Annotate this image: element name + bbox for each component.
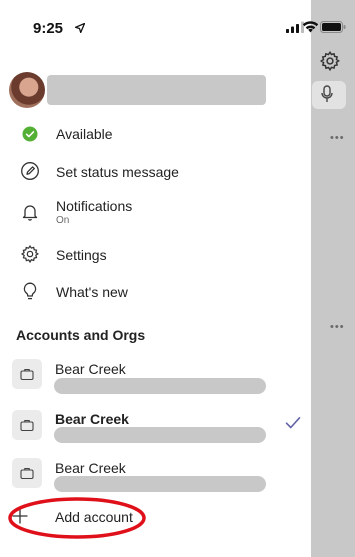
menu-item-set-status[interactable]: Set status message	[0, 155, 311, 187]
wifi-icon	[302, 21, 319, 33]
menu-item-settings[interactable]: Settings	[0, 237, 311, 269]
account-avatar	[12, 359, 42, 389]
briefcase-icon	[20, 468, 34, 480]
more-options-icon[interactable]: •••	[330, 133, 345, 144]
battery-icon	[320, 21, 346, 33]
section-title-accounts: Accounts and Orgs	[16, 327, 146, 343]
briefcase-icon	[20, 369, 34, 381]
account-email-redacted	[54, 378, 266, 394]
menu-label: Available	[56, 126, 113, 142]
account-name: Bear Creek	[55, 460, 126, 476]
profile-name-redacted	[47, 75, 266, 105]
menu-label: What's new	[56, 284, 128, 300]
menu-label: Set status message	[56, 164, 179, 180]
checkmark-icon	[285, 417, 301, 429]
account-email-redacted	[54, 427, 266, 443]
avatar[interactable]	[9, 72, 45, 108]
status-time: 9:25	[33, 20, 64, 37]
menu-label: Settings	[56, 247, 107, 263]
available-status-icon	[22, 126, 38, 142]
menu-item-whats-new[interactable]: What's new	[0, 275, 311, 307]
account-avatar	[12, 458, 42, 488]
location-arrow-icon	[75, 23, 85, 33]
menu-item-available[interactable]: Available	[0, 117, 311, 149]
account-name: Bear Creek	[55, 361, 126, 377]
microphone-icon[interactable]	[320, 85, 334, 103]
gear-icon[interactable]	[319, 50, 341, 72]
menu-item-notifications[interactable]: Notifications On	[0, 194, 311, 232]
account-name: Bear Creek	[55, 411, 129, 427]
briefcase-icon	[20, 420, 34, 432]
lightbulb-icon	[23, 282, 37, 300]
menu-sublabel: On	[56, 215, 70, 226]
more-options-icon[interactable]: •••	[330, 322, 345, 333]
annotation-circle	[8, 497, 146, 539]
account-email-redacted	[54, 476, 266, 492]
pencil-icon	[21, 162, 39, 180]
gear-icon	[20, 244, 39, 264]
bell-icon	[22, 205, 38, 221]
account-avatar	[12, 410, 42, 440]
menu-label: Notifications	[56, 198, 133, 214]
